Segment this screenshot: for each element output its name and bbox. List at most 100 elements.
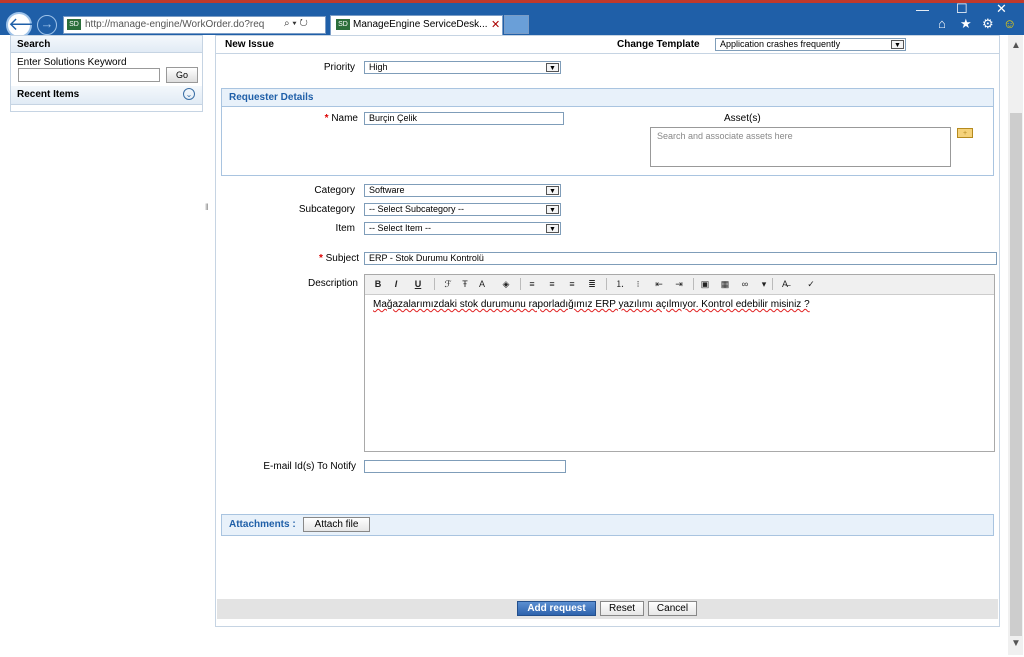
scroll-down-arrow-icon[interactable]: ▼	[1011, 638, 1021, 649]
toolbar-separator	[606, 278, 607, 290]
settings-gear-icon[interactable]: ⚙	[982, 16, 994, 32]
tab-title: ManageEngine ServiceDesk...	[353, 19, 488, 30]
maximize-icon[interactable]: ☐	[956, 1, 968, 17]
item-label: Item	[335, 223, 355, 234]
required-marker: *	[318, 253, 323, 264]
scrollbar-thumb[interactable]	[1010, 113, 1022, 636]
favorites-star-icon[interactable]: ★	[960, 16, 972, 32]
insert-image-icon[interactable]: ▣	[698, 278, 712, 290]
add-asset-folder-icon[interactable]: +	[957, 128, 973, 138]
cancel-button[interactable]: Cancel	[648, 601, 697, 616]
priority-label: Priority	[323, 62, 355, 73]
browser-tab[interactable]: SD ManageEngine ServiceDesk... ✕	[330, 15, 503, 35]
category-select-value: Software	[369, 185, 405, 195]
chevron-down-icon[interactable]: ⌄	[183, 88, 195, 100]
recent-items-title: Recent Items	[17, 89, 80, 100]
assets-placeholder: Search and associate assets here	[657, 131, 793, 141]
align-left-icon[interactable]: ≡	[525, 278, 539, 290]
insert-table-icon[interactable]: ▦	[718, 278, 732, 290]
form-title: New Issue	[225, 39, 274, 50]
priority-select-value: High	[369, 62, 388, 72]
address-url[interactable]: http://manage-engine/WorkOrder.do?req	[85, 19, 264, 30]
priority-select[interactable]: High ▼	[364, 61, 561, 74]
email-notify-label: E-mail Id(s) To Notify	[263, 461, 356, 472]
subject-label: * Subject	[290, 253, 359, 264]
subcategory-select-value: -- Select Subcategory --	[369, 204, 465, 214]
add-request-button[interactable]: Add request	[517, 601, 596, 616]
description-text-content: Mağazalarımızdaki stok durumunu raporlad…	[373, 299, 810, 310]
requester-details-title: Requester Details	[229, 92, 314, 103]
window-close-icon[interactable]: ✕	[996, 1, 1007, 17]
recent-items-header[interactable]: Recent Items ⌄	[11, 86, 202, 105]
font-color-icon[interactable]: A	[475, 278, 489, 290]
new-tab-button[interactable]	[504, 15, 529, 34]
align-justify-icon[interactable]: ≣	[585, 278, 599, 290]
scroll-up-arrow-icon[interactable]: ▲	[1011, 40, 1021, 51]
align-right-icon[interactable]: ≡	[565, 278, 579, 290]
numbered-list-icon[interactable]: ⒈	[613, 278, 627, 290]
description-editor[interactable]: B I U ℱ Ŧ A ◈ ≡ ≡ ≡ ≣ ⒈ ⁝ ⇤ ⇥ ▣ ▦ ∞ ▾ A̶…	[364, 274, 995, 452]
solutions-keyword-input[interactable]	[18, 68, 160, 82]
dropdown-arrow-icon: ▼	[546, 186, 559, 195]
attachments-section: Attachments : Attach file	[221, 514, 994, 536]
align-center-icon[interactable]: ≡	[545, 278, 559, 290]
indent-icon[interactable]: ⇥	[672, 278, 686, 290]
bold-button[interactable]: B	[371, 278, 385, 290]
remove-format-icon[interactable]: A̶	[778, 278, 792, 290]
panel-splitter-handle[interactable]: ‖	[205, 202, 211, 218]
required-marker: *	[324, 113, 329, 124]
assets-search-box[interactable]: Search and associate assets here	[650, 127, 951, 167]
go-button[interactable]: Go	[166, 67, 198, 83]
tab-close-icon[interactable]: ✕	[491, 18, 500, 31]
description-label: Description	[307, 278, 358, 289]
item-select[interactable]: -- Select Item -- ▼	[364, 222, 561, 235]
font-family-icon[interactable]: ℱ	[441, 278, 455, 290]
browser-top-border	[0, 0, 1024, 3]
name-label: * Name	[300, 113, 358, 124]
left-panel: Search Enter Solutions Keyword Go Recent…	[10, 35, 203, 112]
font-size-icon[interactable]: Ŧ	[458, 278, 472, 290]
search-panel-header: Search	[11, 36, 202, 53]
forward-arrow-icon: →	[40, 16, 54, 31]
minimize-icon[interactable]: —	[916, 2, 929, 17]
outdent-icon[interactable]: ⇤	[652, 278, 666, 290]
bullet-list-icon[interactable]: ⁝	[631, 278, 645, 290]
spellcheck-icon[interactable]: ✓	[804, 278, 818, 290]
requester-details-header: Requester Details	[222, 89, 993, 107]
forward-button[interactable]: →	[37, 15, 57, 35]
toolbar-separator	[434, 278, 435, 290]
tab-favicon-icon: SD	[336, 19, 350, 30]
address-bar[interactable]: SD http://manage-engine/WorkOrder.do?req…	[63, 16, 326, 34]
dropdown-arrow-icon: ▼	[546, 63, 559, 72]
dropdown-arrow-icon: ▼	[546, 224, 559, 233]
reset-button[interactable]: Reset	[600, 601, 644, 616]
home-icon[interactable]: ⌂	[938, 16, 946, 31]
attachments-label: Attachments :	[229, 519, 296, 530]
subject-input[interactable]: ERP - Stok Durumu Kontrolü	[364, 252, 997, 265]
category-select[interactable]: Software ▼	[364, 184, 561, 197]
name-input[interactable]: Burçin Çelik	[364, 112, 564, 125]
template-select-value: Application crashes frequently	[720, 39, 841, 49]
editor-toolbar: B I U ℱ Ŧ A ◈ ≡ ≡ ≡ ≣ ⒈ ⁝ ⇤ ⇥ ▣ ▦ ∞ ▾ A̶…	[365, 275, 994, 295]
address-search-refresh-icon[interactable]: ⌕ ▾ ↻	[284, 18, 308, 29]
template-select[interactable]: Application crashes frequently ▼	[715, 38, 906, 51]
more-options-arrow-icon[interactable]: ▾	[757, 278, 771, 290]
toolbar-separator	[772, 278, 773, 290]
highlight-color-icon[interactable]: ◈	[499, 278, 513, 290]
email-notify-input[interactable]	[364, 460, 566, 473]
subcategory-select[interactable]: -- Select Subcategory -- ▼	[364, 203, 561, 216]
toolbar-separator	[520, 278, 521, 290]
subject-label-text: Subject	[325, 253, 359, 264]
underline-button[interactable]: U	[411, 278, 425, 290]
attach-file-button[interactable]: Attach file	[303, 517, 370, 532]
site-favicon-icon: SD	[67, 19, 81, 30]
item-select-value: -- Select Item --	[369, 223, 432, 233]
description-text: Mağazalarımızdaki stok durumunu raporlad…	[373, 299, 810, 310]
insert-link-icon[interactable]: ∞	[738, 278, 752, 290]
toolbar-separator	[693, 278, 694, 290]
solutions-keyword-label: Enter Solutions Keyword	[17, 57, 127, 68]
dropdown-arrow-icon: ▼	[546, 205, 559, 214]
name-label-text: Name	[331, 113, 358, 124]
feedback-smiley-icon[interactable]: ☺	[1003, 16, 1016, 31]
italic-button[interactable]: I	[389, 278, 403, 290]
